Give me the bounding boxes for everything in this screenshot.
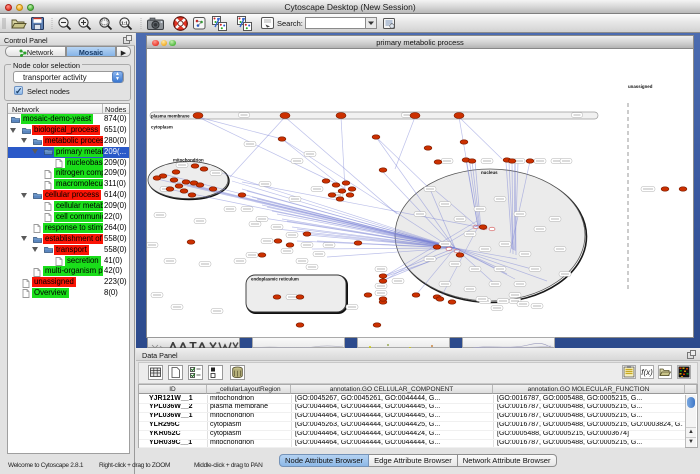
- svg-text:cytoplasm: cytoplasm: [151, 125, 173, 130]
- svg-text:unassigned: unassigned: [628, 84, 653, 89]
- svg-text:1:1: 1:1: [121, 20, 128, 25]
- svg-text:plasma membrane: plasma membrane: [151, 113, 190, 118]
- svg-text:endoplasmic reticulum: endoplasmic reticulum: [251, 277, 299, 282]
- svg-text:nucleus: nucleus: [481, 170, 498, 175]
- svg-text:f(x): f(x): [641, 368, 653, 377]
- svg-text:mitochondrion: mitochondrion: [173, 158, 204, 163]
- svg-text:Search:: Search:: [277, 19, 303, 28]
